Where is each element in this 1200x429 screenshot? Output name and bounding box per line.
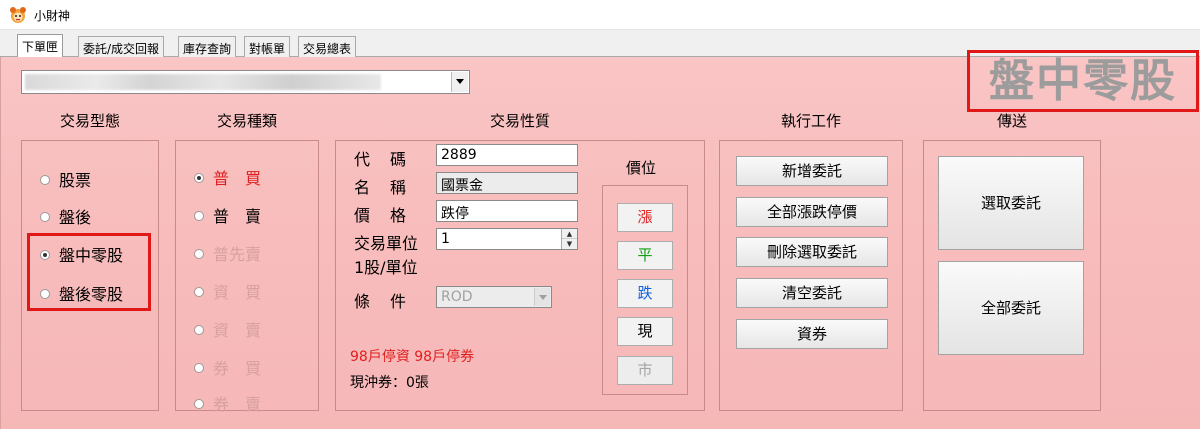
code-input[interactable]: 2889	[436, 144, 578, 166]
spin-buttons[interactable]: ▲ ▼	[561, 229, 577, 249]
account-select[interactable]	[21, 70, 470, 94]
radio-label: 資 買	[213, 283, 262, 302]
tab-statement[interactable]: 對帳單	[244, 36, 291, 57]
order-panel: 盤中零股 交易型態 交易種類 交易性質 執行工作 傳送 股票 盤後 盤中零股 盤…	[0, 50, 1200, 429]
all-limit-price-button[interactable]: 全部漲跌停價	[736, 197, 888, 227]
radio-stock[interactable]: 股票	[40, 167, 91, 191]
unit-stepper[interactable]: 1 ▲ ▼	[436, 228, 578, 250]
price-label: 價 格	[354, 206, 409, 225]
radio-dot	[40, 211, 50, 222]
price-pos-title: 價位	[626, 159, 657, 177]
tab-order-box[interactable]: 下單匣	[17, 34, 64, 58]
code-label: 代 碼	[354, 150, 409, 169]
radio-label: 普先賣	[213, 245, 262, 264]
market-price-button[interactable]: 市	[617, 356, 673, 385]
condition-value: ROD	[441, 289, 473, 305]
radio-label: 資 賣	[213, 321, 262, 340]
limit-down-button[interactable]: 跌	[617, 279, 673, 308]
short-warning: 98戶停資 98戶停券	[350, 349, 475, 365]
spin-down-icon[interactable]: ▼	[562, 239, 577, 249]
trade-kind-title: 交易種類	[216, 112, 277, 130]
radio-label: 券 賣	[213, 395, 262, 414]
condition-label: 條 件	[354, 292, 409, 311]
day-trade-info: 現沖券：0張	[350, 375, 429, 391]
delete-selected-button[interactable]: 刪除選取委託	[736, 237, 888, 267]
current-price-button[interactable]: 現	[617, 317, 673, 346]
account-value-redacted	[25, 74, 381, 90]
actions-title: 執行工作	[780, 112, 841, 130]
radio-label: 券 買	[213, 359, 262, 378]
clear-orders-button[interactable]: 清空委託	[736, 278, 888, 308]
radio-dot	[194, 172, 204, 183]
margin-short-button[interactable]: 資券	[736, 319, 888, 349]
send-all-button[interactable]: 全部委託	[938, 261, 1084, 355]
tab-order-report[interactable]: 委託/成交回報	[78, 36, 165, 57]
add-order-button[interactable]: 新增委託	[736, 156, 888, 186]
unit-label: 交易單位	[354, 234, 419, 253]
send-selected-button[interactable]: 選取委託	[938, 156, 1084, 250]
trade-kind-group: 普 買 普 賣 普先賣 資 買 資 賣 券 買 券 賣	[175, 140, 319, 414]
radio-short-sell[interactable]: 券 賣	[194, 391, 261, 415]
radio-dot	[194, 210, 204, 221]
radio-dot	[194, 362, 204, 373]
chevron-down-icon[interactable]	[451, 72, 468, 92]
window-title: 小財神	[34, 9, 71, 23]
price-pos-group: 漲 平 跌 現 市	[602, 185, 688, 395]
price-input[interactable]: 跌停	[436, 200, 578, 222]
unit-note: 1股/單位	[354, 258, 418, 277]
radio-label: 普 買	[213, 169, 262, 188]
name-label: 名 稱	[354, 178, 409, 197]
mascot-icon	[10, 7, 26, 23]
limit-up-button[interactable]: 漲	[617, 203, 673, 232]
radio-margin-sell[interactable]: 資 賣	[194, 317, 261, 341]
unit-value: 1	[441, 231, 450, 247]
condition-select[interactable]: ROD	[436, 286, 552, 308]
actions-group: 新增委託 全部漲跌停價 刪除選取委託 清空委託 資券	[719, 140, 903, 411]
radio-dot	[194, 398, 204, 409]
selection-highlight	[27, 233, 151, 311]
flat-price-button[interactable]: 平	[617, 241, 673, 270]
tab-trade-summary[interactable]: 交易總表	[298, 36, 357, 57]
radio-sell[interactable]: 普 賣	[194, 203, 261, 227]
radio-dot	[194, 324, 204, 335]
radio-margin-buy[interactable]: 資 買	[194, 279, 261, 303]
name-field: 國票金	[436, 172, 578, 194]
radio-label: 盤後	[59, 208, 92, 227]
radio-label: 普 賣	[213, 207, 262, 226]
radio-short-buy[interactable]: 券 買	[194, 355, 261, 379]
radio-label: 股票	[59, 171, 92, 190]
tab-inventory[interactable]: 庫存查詢	[178, 36, 237, 57]
trade-nature-group: 代 碼 2889 名 稱 國票金 價 格 跌停 交易單位 1 ▲ ▼ 1股/單位…	[335, 140, 705, 411]
mode-title: 盤中零股	[967, 50, 1199, 112]
title-bar: 小財神	[0, 0, 1200, 30]
trade-type-title: 交易型態	[59, 112, 120, 130]
radio-dot	[194, 286, 204, 297]
trade-nature-title: 交易性質	[489, 112, 550, 130]
radio-buy[interactable]: 普 買	[194, 165, 261, 189]
send-title: 傳送	[996, 112, 1027, 130]
radio-after-hours[interactable]: 盤後	[40, 204, 91, 228]
spin-up-icon[interactable]: ▲	[562, 229, 577, 239]
radio-sell-first[interactable]: 普先賣	[194, 241, 261, 265]
chevron-down-icon[interactable]	[534, 288, 550, 306]
radio-dot	[194, 248, 204, 259]
send-group: 選取委託 全部委託	[923, 140, 1101, 411]
radio-dot	[40, 174, 50, 185]
